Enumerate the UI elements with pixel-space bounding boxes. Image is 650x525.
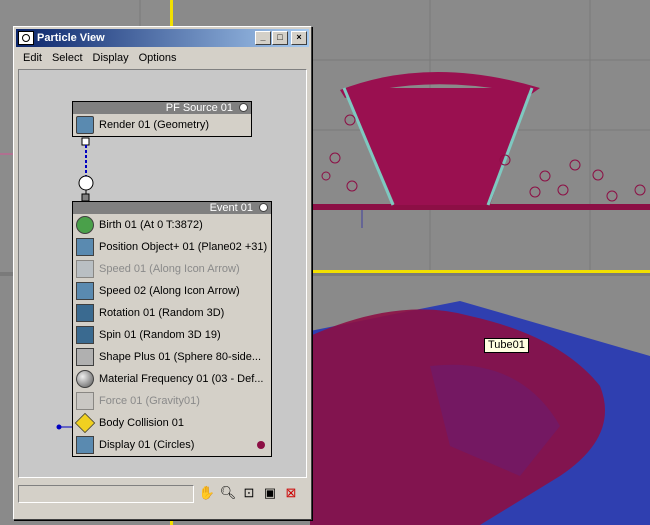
no-zoom-icon[interactable]: ⊠ bbox=[282, 484, 300, 502]
operator-material-frequency[interactable]: Material Frequency 01 (03 - Def... bbox=[73, 368, 271, 390]
zoom-region-icon[interactable]: ⊡ bbox=[240, 484, 258, 502]
particle-view-window[interactable]: Particle View _ □ × Edit Select Display … bbox=[13, 26, 312, 520]
event-title: Event 01 bbox=[209, 202, 253, 214]
pan-hand-icon[interactable]: ✋ bbox=[198, 484, 216, 502]
operator-speed-01[interactable]: Speed 01 (Along Icon Arrow) bbox=[73, 258, 271, 280]
menu-edit[interactable]: Edit bbox=[18, 52, 47, 64]
collision-test-icon bbox=[74, 412, 96, 434]
birth-icon bbox=[76, 216, 94, 234]
display-icon bbox=[76, 436, 94, 454]
app-icon bbox=[18, 31, 34, 45]
operator-display[interactable]: Display 01 (Circles) bbox=[73, 434, 271, 456]
position-object-icon bbox=[76, 238, 94, 256]
speed-icon bbox=[76, 282, 94, 300]
operator-spin[interactable]: Spin 01 (Random 3D 19) bbox=[73, 324, 271, 346]
menu-select[interactable]: Select bbox=[47, 52, 88, 64]
close-button[interactable]: × bbox=[291, 31, 307, 45]
spin-icon bbox=[76, 326, 94, 344]
menu-display[interactable]: Display bbox=[88, 52, 134, 64]
operator-speed-02[interactable]: Speed 02 (Along Icon Arrow) bbox=[73, 280, 271, 302]
force-icon bbox=[76, 392, 94, 410]
operator-force[interactable]: Force 01 (Gravity01) bbox=[73, 390, 271, 412]
rotation-icon bbox=[76, 304, 94, 322]
operator-birth[interactable]: Birth 01 (At 0 T:3872) bbox=[73, 214, 271, 236]
light-bulb-icon[interactable] bbox=[259, 203, 268, 212]
menu-bar: Edit Select Display Options bbox=[14, 49, 311, 67]
menu-options[interactable]: Options bbox=[134, 52, 182, 64]
event-node[interactable]: Event 01 Birth 01 (At 0 T:3872) Position… bbox=[72, 201, 272, 457]
operator-body-collision[interactable]: Body Collision 01 bbox=[73, 412, 271, 434]
operator-position-object[interactable]: Position Object+ 01 (Plane02 +31) bbox=[73, 236, 271, 258]
zoom-extents-icon[interactable]: ▣ bbox=[261, 484, 279, 502]
display-color-swatch[interactable] bbox=[257, 441, 265, 449]
speed-icon bbox=[76, 260, 94, 278]
maximize-button[interactable]: □ bbox=[272, 31, 288, 45]
minimize-button[interactable]: _ bbox=[255, 31, 271, 45]
title-bar[interactable]: Particle View _ □ × bbox=[16, 29, 309, 47]
operator-shape-plus[interactable]: Shape Plus 01 (Sphere 80-side... bbox=[73, 346, 271, 368]
object-tooltip: Tube01 bbox=[484, 338, 529, 353]
material-icon bbox=[76, 370, 94, 388]
window-title: Particle View bbox=[37, 32, 105, 44]
view-toolbar: ✋ 🔍︎ ⊡ ▣ ⊠ bbox=[198, 484, 300, 502]
shape-icon bbox=[76, 348, 94, 366]
zoom-icon[interactable]: 🔍︎ bbox=[219, 484, 237, 502]
status-field bbox=[18, 485, 194, 503]
operator-rotation[interactable]: Rotation 01 (Random 3D) bbox=[73, 302, 271, 324]
particle-flow-canvas[interactable]: PF Source 01 Render 01 (Geometry) Event … bbox=[18, 69, 307, 478]
